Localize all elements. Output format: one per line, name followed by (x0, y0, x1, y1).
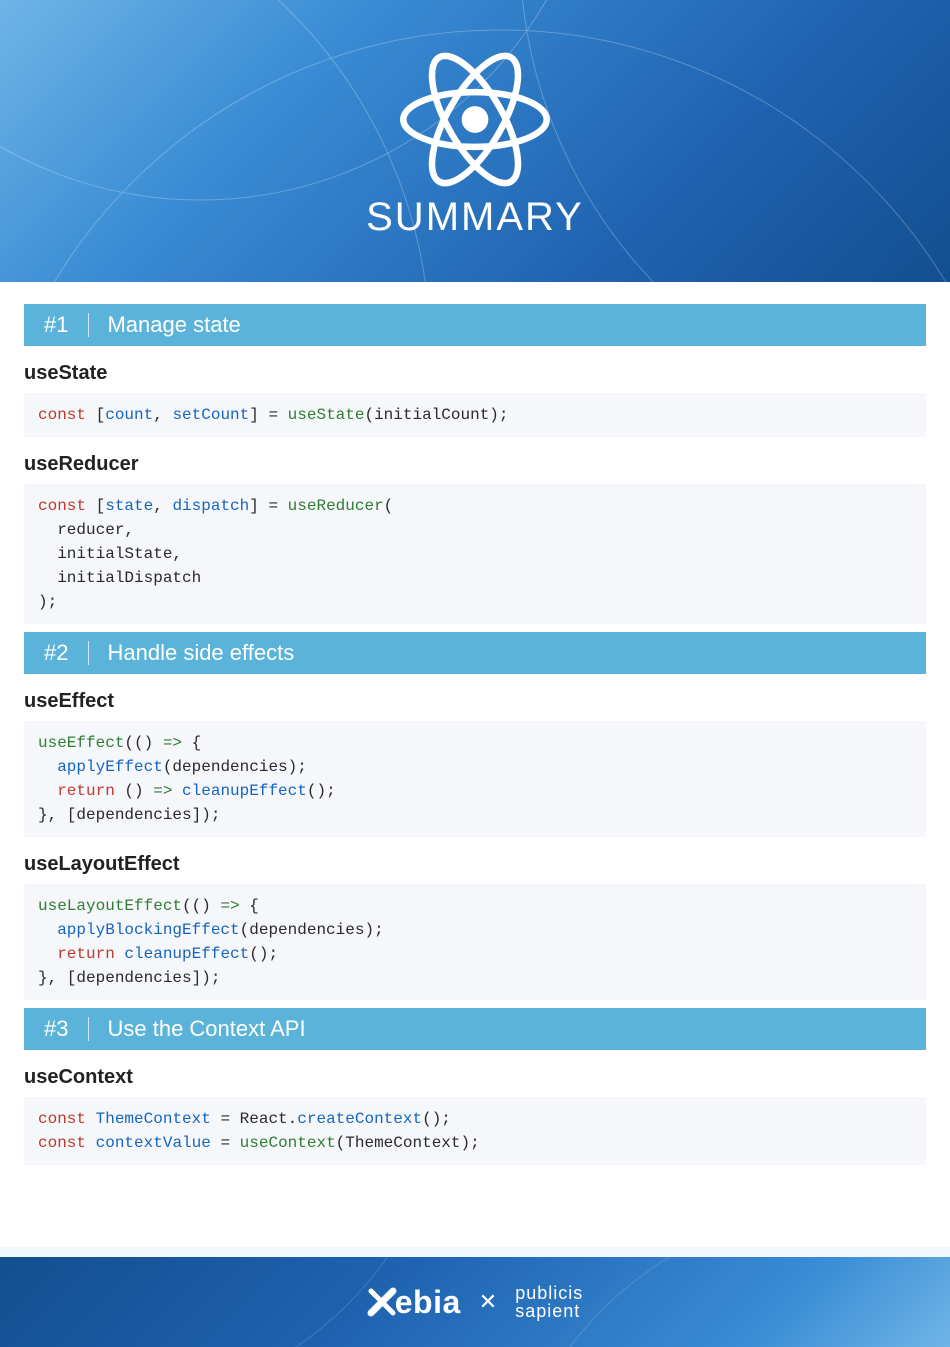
code-token: state (105, 497, 153, 515)
xebia-text: ebia (395, 1284, 461, 1321)
code-token: const (38, 1134, 86, 1152)
code-token: = React. (211, 1110, 297, 1128)
code-token: { (240, 897, 259, 915)
hook-title: useLayoutEffect (24, 853, 926, 876)
code-token: const (38, 406, 86, 424)
code-token: cleanupEffect (182, 782, 307, 800)
code-token: createContext (297, 1110, 422, 1128)
code-token: cleanupEffect (124, 945, 249, 963)
code-token: => (220, 897, 239, 915)
code-token: useReducer (288, 497, 384, 515)
hook-title: useContext (24, 1066, 926, 1089)
code-token: ( (384, 497, 394, 515)
code-token: setCount (172, 406, 249, 424)
code-block: const ThemeContext = React.createContext… (24, 1097, 926, 1165)
code-token: (); (249, 945, 278, 963)
code-token: (dependencies); (163, 758, 307, 776)
code-block: useLayoutEffect(() => { applyBlockingEff… (24, 884, 926, 1000)
code-token: (() (182, 897, 220, 915)
code-token: const (38, 1110, 86, 1128)
code-token: useState (288, 406, 365, 424)
code-token: (); (307, 782, 336, 800)
code-token: = (211, 1134, 240, 1152)
code-token: initialDispatch (38, 569, 201, 587)
code-token: count (105, 406, 153, 424)
code-token: (ThemeContext); (336, 1134, 480, 1152)
code-token: applyBlockingEffect (57, 921, 239, 939)
code-token: (dependencies); (240, 921, 384, 939)
code-token (38, 921, 57, 939)
code-token (86, 1110, 96, 1128)
code-token: return (57, 945, 115, 963)
footer-brands: ebia ✕ publicis sapient (367, 1284, 584, 1321)
sapient-text: sapient (515, 1302, 583, 1320)
code-block: useEffect(() => { applyEffect(dependenci… (24, 721, 926, 837)
section-title: Handle side effects (89, 640, 294, 666)
code-token (115, 945, 125, 963)
section-bar: #3Use the Context API (24, 1008, 926, 1050)
code-token: , (153, 497, 172, 515)
xebia-x-icon (367, 1287, 397, 1317)
collab-cross-icon: ✕ (479, 1289, 497, 1315)
section-number: #2 (24, 641, 89, 665)
code-token: ] = (249, 406, 287, 424)
section-title: Use the Context API (89, 1016, 305, 1042)
code-token: useLayoutEffect (38, 897, 182, 915)
code-token: useContext (240, 1134, 336, 1152)
section-title: Manage state (89, 312, 240, 338)
code-token (38, 758, 57, 776)
code-token (86, 1134, 96, 1152)
xebia-logo: ebia (367, 1284, 461, 1321)
hook-title: useState (24, 362, 926, 385)
code-token: ); (38, 593, 57, 611)
code-token: reducer, (38, 521, 134, 539)
header-banner: SUMMARY (0, 0, 950, 282)
code-token: contextValue (96, 1134, 211, 1152)
code-token (38, 782, 57, 800)
code-token: () (115, 782, 153, 800)
code-block: const [count, setCount] = useState(initi… (24, 393, 926, 437)
code-token: (); (422, 1110, 451, 1128)
hook-title: useReducer (24, 453, 926, 476)
code-block: const [state, dispatch] = useReducer( re… (24, 484, 926, 624)
section-bar: #1Manage state (24, 304, 926, 346)
code-token (172, 782, 182, 800)
code-token: dispatch (172, 497, 249, 515)
code-token: return (57, 782, 115, 800)
code-token: }, [dependencies]); (38, 969, 220, 987)
code-token: ThemeContext (96, 1110, 211, 1128)
code-token: }, [dependencies]); (38, 806, 220, 824)
code-token: { (182, 734, 201, 752)
code-token: => (163, 734, 182, 752)
code-token: => (153, 782, 172, 800)
code-token (38, 945, 57, 963)
code-token: , (153, 406, 172, 424)
publicis-sapient-logo: publicis sapient (515, 1284, 583, 1320)
content-area: #1Manage stateuseStateconst [count, setC… (0, 282, 950, 1227)
code-token: useEffect (38, 734, 124, 752)
publicis-text: publicis (515, 1284, 583, 1302)
code-token: const (38, 497, 86, 515)
hook-title: useEffect (24, 690, 926, 713)
code-token: (() (124, 734, 162, 752)
code-token: [ (86, 406, 105, 424)
code-token: [ (86, 497, 105, 515)
section-number: #3 (24, 1017, 89, 1041)
footer-bar: ebia ✕ publicis sapient (0, 1247, 950, 1347)
code-token: applyEffect (57, 758, 163, 776)
decorative-arcs (0, 0, 950, 282)
code-token: ] = (249, 497, 287, 515)
code-token: (initialCount); (364, 406, 508, 424)
code-token: initialState, (38, 545, 182, 563)
section-bar: #2Handle side effects (24, 632, 926, 674)
section-number: #1 (24, 313, 89, 337)
